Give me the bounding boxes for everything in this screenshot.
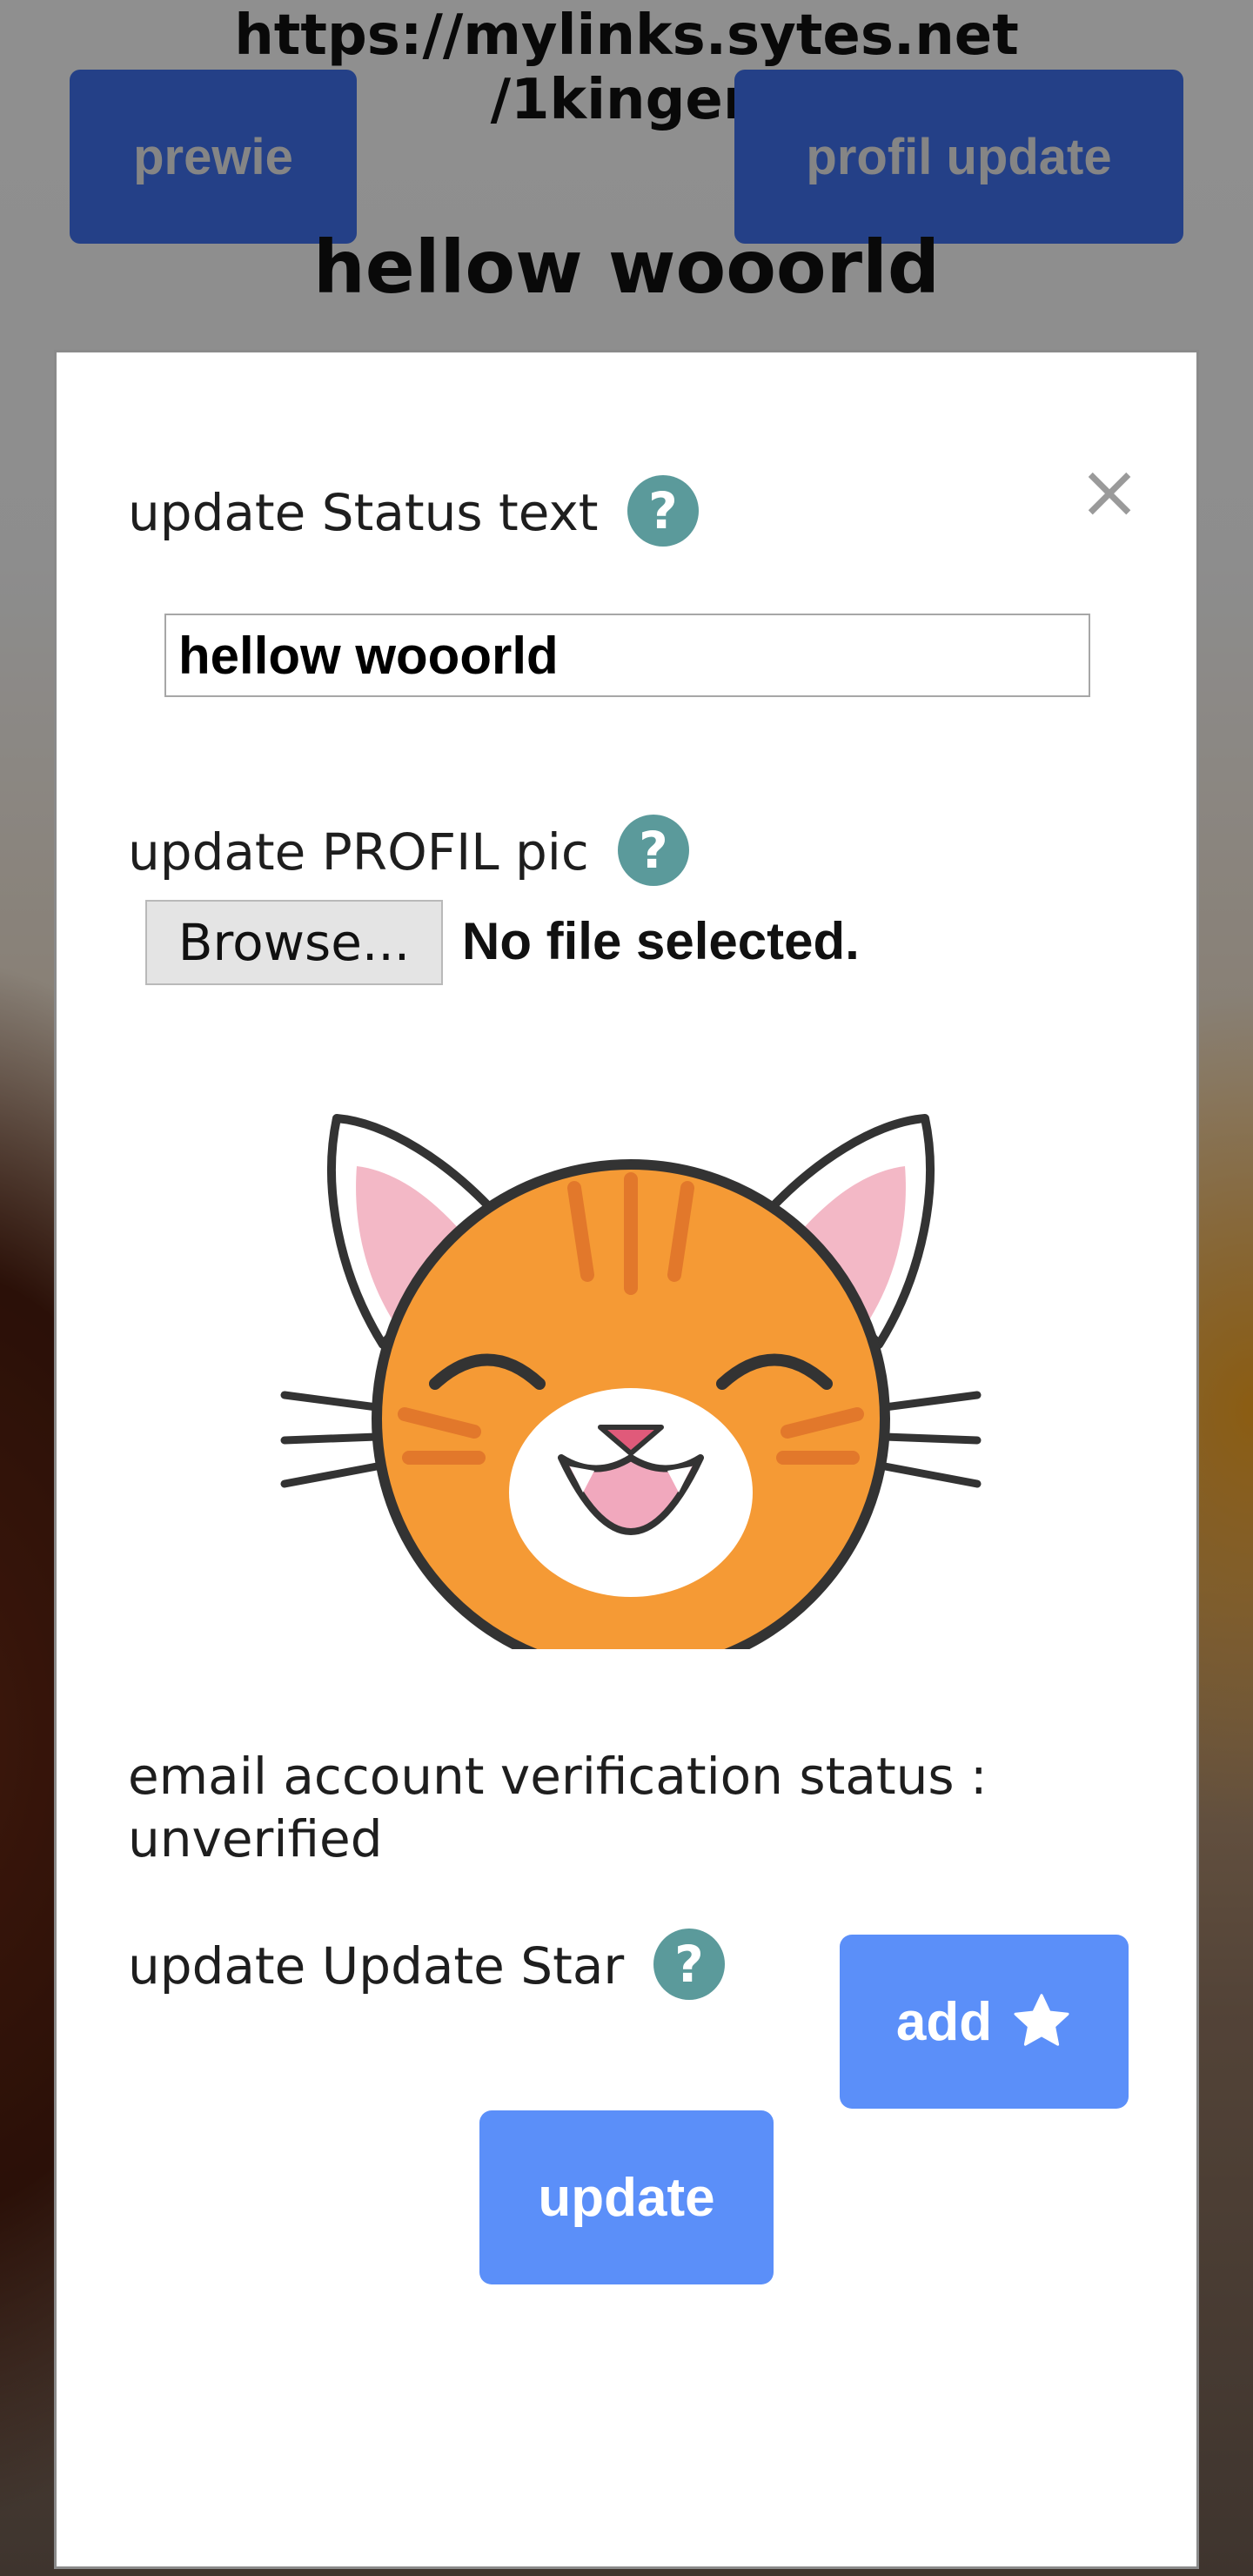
help-icon[interactable]: ? [617,814,690,887]
browse-file-button[interactable]: Browse... [145,900,443,985]
svg-text:?: ? [648,481,678,540]
update-button[interactable]: update [479,2110,774,2284]
email-verification-status: email account verification status : unve… [128,1747,988,1868]
svg-text:?: ? [674,1935,704,1994]
status-text-label: update Status text [128,483,599,542]
update-star-label: update Update Star [128,1936,625,1996]
add-star-label: add [895,1991,993,2052]
svg-text:?: ? [639,821,668,880]
status-text-input[interactable] [164,614,1090,697]
file-selection-status: No file selected. [462,912,860,970]
help-icon[interactable]: ? [626,474,700,547]
help-icon[interactable]: ? [653,1928,726,2001]
profil-pic-label: update PROFIL pic [128,822,589,882]
profil-pic-row: update PROFIL pic ? [128,814,690,887]
profile-update-modal: × update Status text ? update PROFIL pic… [54,350,1199,2569]
add-star-button[interactable]: add [840,1935,1129,2109]
update-star-row: update Update Star ? [128,1928,726,2001]
star-icon [1014,1994,1069,2046]
close-icon[interactable]: × [1068,450,1151,533]
status-text-row: update Status text ? [128,474,700,547]
cat-avatar [280,1114,982,1649]
